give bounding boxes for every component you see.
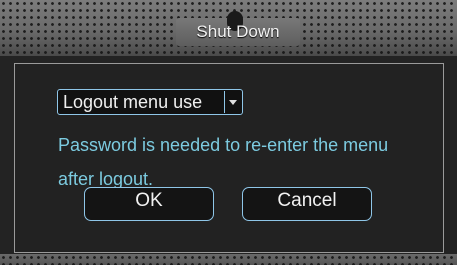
logout-mode-select[interactable]: Logout menu use	[57, 89, 243, 115]
bottom-border-strip	[0, 254, 457, 265]
ok-button[interactable]: OK	[84, 187, 214, 221]
cancel-button[interactable]: Cancel	[242, 187, 372, 221]
dropdown-arrow-icon[interactable]	[224, 91, 241, 113]
logout-mode-value: Logout menu use	[63, 92, 203, 112]
cancel-button-label: Cancel	[277, 190, 337, 211]
ok-button-label: OK	[135, 190, 163, 211]
shut-down-dialog: Shut Down Logout menu use Password is ne…	[0, 0, 457, 265]
dialog-title: Shut Down	[196, 22, 280, 41]
logout-message: Password is needed to re-enter the menu …	[58, 135, 389, 189]
title-bar: Shut Down	[0, 0, 457, 56]
